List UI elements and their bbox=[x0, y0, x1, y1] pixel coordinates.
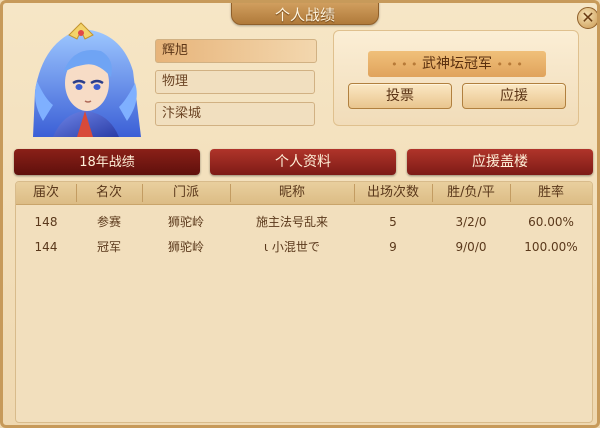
table-header: 届次 名次 门派 昵称 出场次数 胜/负/平 胜率 bbox=[16, 182, 592, 205]
tab-profile[interactable]: 个人资料 bbox=[210, 149, 396, 175]
panel-title: 个人战绩 bbox=[274, 6, 335, 24]
header-win-rate: 胜率 bbox=[537, 185, 564, 200]
header-win-loss-draw: 胜/负/平 bbox=[447, 185, 495, 200]
table-row: 148 参赛 狮驼岭 施主法号乱来 5 3/2/0 60.00% bbox=[16, 210, 592, 234]
tab-18-record[interactable]: 18年战绩 bbox=[14, 149, 200, 175]
header-school: 门派 bbox=[172, 185, 199, 200]
cell-session: 148 bbox=[34, 215, 58, 229]
player-location-field: 汴梁城 bbox=[155, 102, 315, 126]
cell-win-loss-draw: 9/0/0 bbox=[455, 240, 487, 254]
champion-title: 武神坛冠军 bbox=[422, 56, 492, 72]
cell-win-rate: 100.00% bbox=[524, 240, 578, 254]
close-button[interactable]: ✕ bbox=[577, 7, 597, 29]
header-session: 届次 bbox=[32, 185, 59, 200]
cell-appearances: 9 bbox=[389, 240, 397, 254]
champion-title-badge: • • • 武神坛冠军 • • • bbox=[368, 51, 546, 77]
title-plaque: 个人战绩 bbox=[231, 3, 379, 25]
support-button[interactable]: 应援 bbox=[462, 83, 566, 109]
cell-session: 144 bbox=[34, 240, 58, 254]
title-bar: 个人战绩 bbox=[3, 3, 597, 25]
player-class-field: 物理 bbox=[155, 70, 315, 94]
cell-nickname: 施主法号乱来 bbox=[255, 215, 328, 229]
tab-support-thread[interactable]: 应援盖楼 bbox=[407, 149, 593, 175]
header-rank: 名次 bbox=[95, 185, 122, 200]
cell-win-loss-draw: 3/2/0 bbox=[455, 215, 487, 229]
cell-appearances: 5 bbox=[389, 215, 397, 229]
header-appearances: 出场次数 bbox=[366, 185, 419, 200]
cell-rank: 冠军 bbox=[96, 240, 121, 254]
cell-school: 狮驼岭 bbox=[167, 240, 204, 254]
cell-win-rate: 60.00% bbox=[528, 215, 574, 229]
cell-school: 狮驼岭 bbox=[167, 215, 204, 229]
personal-record-panel: 个人战绩 ✕ 辉旭 物理 汴梁城 • • • 武神坛冠军 • • • 投票 应援… bbox=[0, 0, 600, 428]
vote-button[interactable]: 投票 bbox=[348, 83, 452, 109]
character-portrait bbox=[33, 22, 141, 137]
ornament-left: • • • bbox=[391, 58, 418, 71]
table-row: 144 冠军 狮驼岭 ι 小混世で 9 9/0/0 100.00% bbox=[16, 235, 592, 259]
champion-panel: • • • 武神坛冠军 • • • 投票 应援 bbox=[333, 30, 579, 126]
player-name-field: 辉旭 bbox=[155, 39, 317, 63]
tab-profile-label: 个人资料 bbox=[275, 154, 331, 170]
record-table: 届次 名次 门派 昵称 出场次数 胜/负/平 胜率 148 参赛 狮驼岭 施主法… bbox=[15, 181, 593, 423]
cell-nickname: ι 小混世で bbox=[264, 240, 320, 254]
cell-rank: 参赛 bbox=[96, 215, 121, 229]
ornament-right: • • • bbox=[496, 58, 523, 71]
header-nickname: 昵称 bbox=[278, 185, 305, 200]
tab-support-thread-label: 应援盖楼 bbox=[472, 154, 528, 170]
tab-18-record-label: 18年战绩 bbox=[79, 155, 135, 170]
